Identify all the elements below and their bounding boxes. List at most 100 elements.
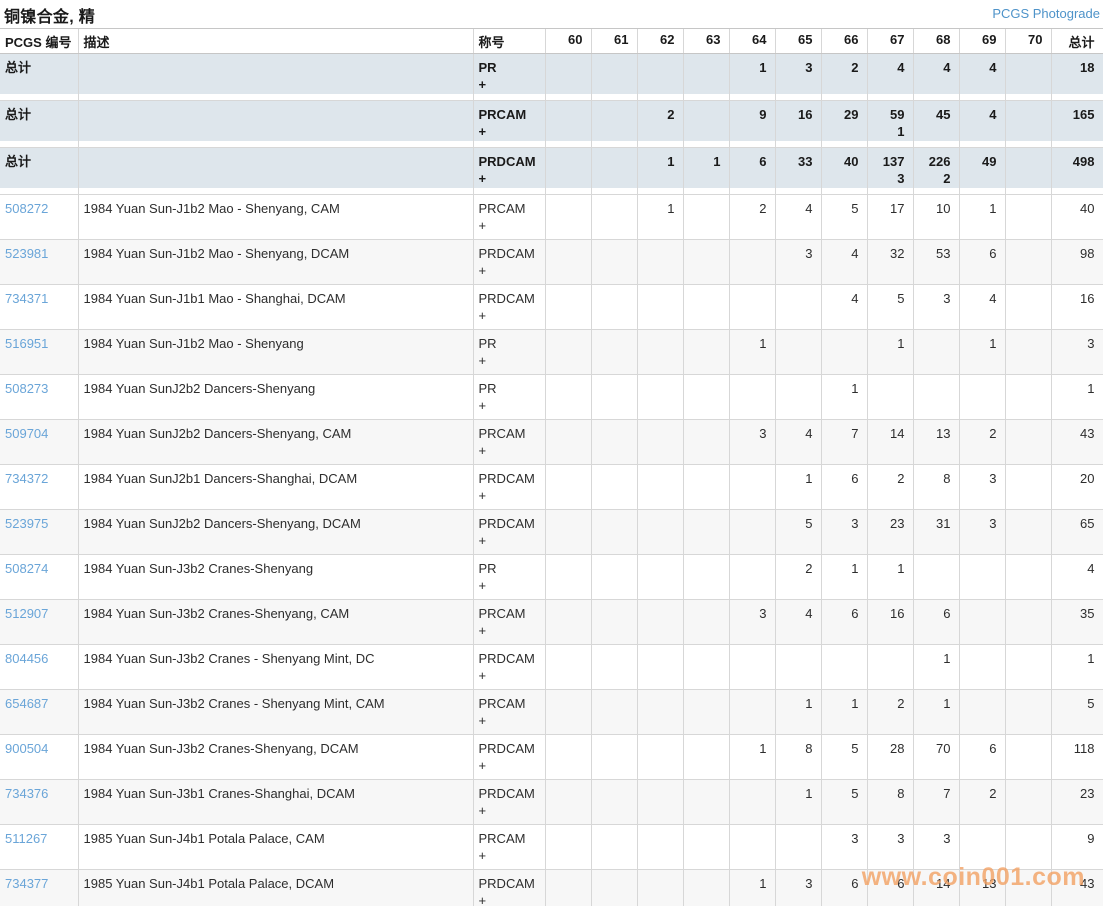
grade-cell-64 (729, 285, 775, 330)
grade-cell-68: 8 (913, 465, 959, 510)
pcgs-number-link[interactable]: 516951 (5, 336, 48, 351)
grade-cell-66: 4 (821, 285, 867, 330)
grade-cell-70 (1005, 600, 1051, 645)
row-total-cell: 498 (1051, 148, 1103, 195)
description-cell: 1984 Yuan Sun-J3b2 Cranes-Shenyang (78, 555, 473, 600)
grade-cell-69: 3 (959, 465, 1005, 510)
grade-cell-70 (1005, 780, 1051, 825)
pcgs-population-report-page: 铜镍合金, 精 PCGS Photograde PCGS 编号 描述 称号 60… (0, 0, 1103, 906)
grade-cell-70 (1005, 195, 1051, 240)
grade-cell-61 (591, 825, 637, 870)
pcgs-number-link[interactable]: 512907 (5, 606, 48, 621)
grade-cell-69: 4 (959, 285, 1005, 330)
pcgs-number-link[interactable]: 734376 (5, 786, 48, 801)
pcgs-number-cell: 516951 (0, 330, 78, 375)
grade-cell-62 (637, 420, 683, 465)
grade-cell-61 (591, 420, 637, 465)
row-total-cell: 65 (1051, 510, 1103, 555)
grade-cell-68: 13 (913, 420, 959, 465)
pcgs-number-link[interactable]: 523981 (5, 246, 48, 261)
row-total-cell: 5 (1051, 690, 1103, 735)
summary-row: 总计PRCAM+291629591454165 (0, 101, 1103, 148)
table-row: 8044561984 Yuan Sun-J3b2 Cranes - Shenya… (0, 645, 1103, 690)
pcgs-number-link[interactable]: 654687 (5, 696, 48, 711)
summary-row-label: 总计 (0, 101, 78, 148)
pcgs-number-link[interactable]: 734372 (5, 471, 48, 486)
grade-column-header-68: 68 (913, 29, 959, 54)
description-cell: 1984 Yuan SunJ2b1 Dancers-Shanghai, DCAM (78, 465, 473, 510)
pcgs-number-cell: 508272 (0, 195, 78, 240)
row-total-cell: 165 (1051, 101, 1103, 148)
pcgs-number-link[interactable]: 508272 (5, 201, 48, 216)
grade-cell-68 (913, 375, 959, 420)
grade-cell-64 (729, 240, 775, 285)
pcgs-number-cell: 734377 (0, 870, 78, 906)
grade-cell-66: 1 (821, 555, 867, 600)
designation-cell: PRCAM+ (473, 420, 545, 465)
grade-column-header-60: 60 (545, 29, 591, 54)
designation-cell: PRDCAM+ (473, 285, 545, 330)
grade-cell-70 (1005, 465, 1051, 510)
grade-cell-61 (591, 330, 637, 375)
grade-cell-69 (959, 600, 1005, 645)
pcgs-number-cell: 523975 (0, 510, 78, 555)
pcgs-number-link[interactable]: 523975 (5, 516, 48, 531)
grade-cell-64: 1 (729, 735, 775, 780)
description-cell: 1984 Yuan Sun-J3b2 Cranes-Shenyang, DCAM (78, 735, 473, 780)
grade-cell-70 (1005, 870, 1051, 906)
pcgs-number-link[interactable]: 511267 (5, 831, 47, 846)
grade-cell-63 (683, 54, 729, 101)
pcgs-number-link[interactable]: 804456 (5, 651, 48, 666)
grade-cell-68: 1 (913, 690, 959, 735)
grade-column-header-61: 61 (591, 29, 637, 54)
grade-cell-68: 3 (913, 285, 959, 330)
grade-cell-62 (637, 465, 683, 510)
pcgs-number-link[interactable]: 508274 (5, 561, 48, 576)
pcgs-number-link[interactable]: 509704 (5, 426, 48, 441)
designation-cell: PRDCAM+ (473, 870, 545, 906)
grade-cell-68: 4 (913, 54, 959, 101)
grade-cell-68: 6 (913, 600, 959, 645)
grade-cell-60 (545, 645, 591, 690)
grade-cell-63 (683, 510, 729, 555)
grade-cell-62 (637, 645, 683, 690)
pcgs-number-cell: 508274 (0, 555, 78, 600)
pcgs-number-link[interactable]: 734377 (5, 876, 48, 891)
pcgs-number-link[interactable]: 900504 (5, 741, 48, 756)
summary-row: 总计PR+13244418 (0, 54, 1103, 101)
grade-cell-64: 1 (729, 54, 775, 101)
grade-cell-60 (545, 510, 591, 555)
grade-column-header-66: 66 (821, 29, 867, 54)
grade-cell-67: 16 (867, 600, 913, 645)
table-row: 7343761984 Yuan Sun-J3b1 Cranes-Shanghai… (0, 780, 1103, 825)
grade-cell-63: 1 (683, 148, 729, 195)
pcgs-number-link[interactable]: 734371 (5, 291, 48, 306)
grade-cell-65: 4 (775, 420, 821, 465)
table-row: 5082731984 Yuan SunJ2b2 Dancers-Shenyang… (0, 375, 1103, 420)
summary-row: 总计PRDCAM+11633401373226249498 (0, 148, 1103, 195)
row-total-cell: 43 (1051, 870, 1103, 906)
row-total-cell: 43 (1051, 420, 1103, 465)
grade-cell-64 (729, 780, 775, 825)
grade-cell-61 (591, 101, 637, 148)
table-row: 900504 1984 Yuan Sun-J3b2 Cranes-Shenyang… (0, 735, 1103, 780)
grade-cell-65: 16 (775, 101, 821, 148)
grade-cell-67: 1 (867, 555, 913, 600)
grade-cell-67 (867, 645, 913, 690)
description-cell: 1984 Yuan Sun-J3b2 Cranes-Shenyang, CAM (78, 600, 473, 645)
grade-cell-65: 8 (775, 735, 821, 780)
grade-cell-66: 7 (821, 420, 867, 465)
grade-cell-69: 6 (959, 240, 1005, 285)
grade-cell-62 (637, 780, 683, 825)
pcgs-number-cell: 512907 (0, 600, 78, 645)
pcgs-number-link[interactable]: 508273 (5, 381, 48, 396)
grade-cell-63 (683, 600, 729, 645)
pcgs-photograde-link[interactable]: PCGS Photograde (992, 6, 1100, 21)
grade-cell-64 (729, 510, 775, 555)
table-row: 6546871984 Yuan Sun-J3b2 Cranes - Shenya… (0, 690, 1103, 735)
designation-cell: PR+ (473, 555, 545, 600)
grade-cell-61 (591, 870, 637, 906)
grade-cell-63 (683, 240, 729, 285)
grade-cell-66: 5 (821, 780, 867, 825)
grade-cell-70 (1005, 735, 1051, 780)
